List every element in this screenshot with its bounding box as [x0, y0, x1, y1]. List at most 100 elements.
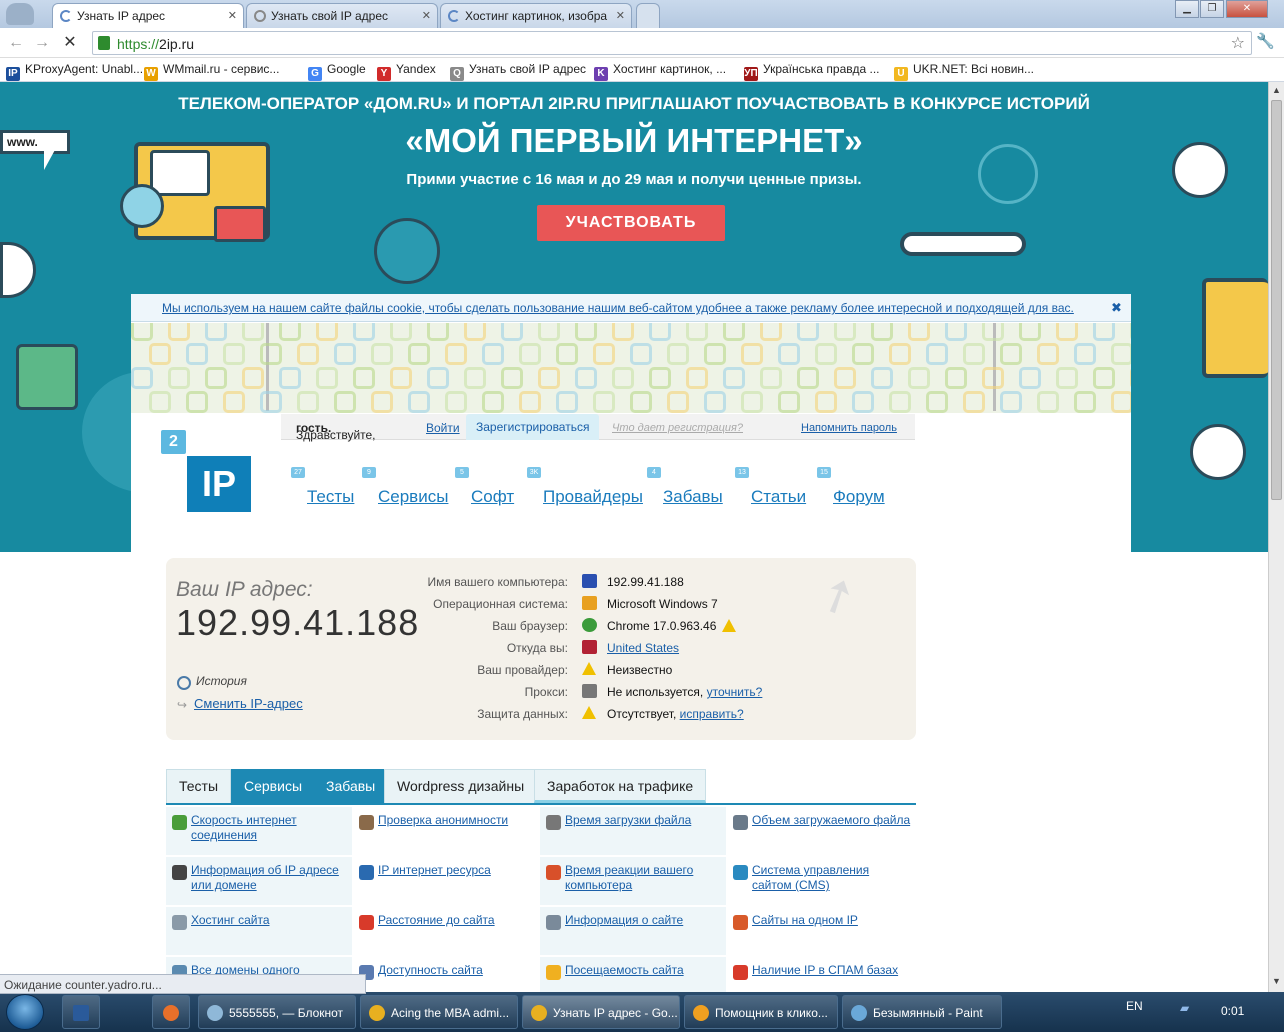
- new-tab-button[interactable]: [636, 3, 660, 28]
- wrench-menu-icon[interactable]: 🔧: [1256, 32, 1275, 50]
- taskbar-item[interactable]: Помощник в клико...: [684, 995, 838, 1029]
- service-item[interactable]: Расстояние до сайта: [353, 907, 539, 955]
- taskbar-item[interactable]: Безымянный - Paint: [842, 995, 1002, 1029]
- start-button[interactable]: [6, 994, 44, 1030]
- service-item[interactable]: Время реакции вашего компьютера: [540, 857, 726, 905]
- bookmark-item[interactable]: IP KProxyAgent: Unabl...: [6, 62, 143, 81]
- bookmark-item[interactable]: U UKR.NET: Всі новин...: [894, 62, 1034, 81]
- service-link[interactable]: Сайты на одном IP: [752, 913, 912, 928]
- network-icon[interactable]: ▰: [1180, 1001, 1189, 1015]
- detail-link[interactable]: исправить?: [680, 707, 744, 721]
- clock[interactable]: 0:01: [1221, 1004, 1244, 1018]
- minimize-button[interactable]: ▁: [1175, 0, 1199, 18]
- detail-link[interactable]: United States: [607, 641, 679, 655]
- service-link[interactable]: Объем загружаемого файла: [752, 813, 912, 828]
- file-size-icon: [733, 815, 748, 830]
- bookmark-item[interactable]: УП Українська правда ...: [744, 62, 880, 81]
- scrollbar-thumb[interactable]: [1271, 100, 1282, 500]
- site-logo[interactable]: 2 IP: [161, 430, 251, 520]
- section-tab[interactable]: Тесты: [166, 769, 232, 803]
- service-item[interactable]: Объем загружаемого файла: [727, 807, 913, 855]
- bookmark-item[interactable]: Y Yandex: [377, 62, 436, 81]
- nav-item[interactable]: Софт: [471, 487, 514, 507]
- service-link[interactable]: Информация об IP адресе или домене: [191, 863, 351, 893]
- close-tab-icon[interactable]: ✕: [422, 9, 431, 22]
- why-register-link[interactable]: Что дает регистрация?: [612, 422, 743, 434]
- pattern-square: [408, 391, 430, 413]
- taskbar-item[interactable]: Acing the MBA admi...: [360, 995, 518, 1029]
- bookmark-item[interactable]: K Хостинг картинок, ...: [594, 62, 726, 81]
- cookie-text[interactable]: Мы используем на нашем сайте файлы cooki…: [162, 301, 1074, 315]
- service-item[interactable]: Скорость интернет соединения: [166, 807, 352, 855]
- service-item[interactable]: Доступность сайта: [353, 957, 539, 992]
- register-link[interactable]: Зарегистрироваться: [466, 414, 600, 440]
- browser-tab-active[interactable]: Узнать IP адрес ✕: [52, 3, 244, 28]
- service-link[interactable]: IP интернет ресурса: [378, 863, 538, 878]
- pattern-square: [519, 391, 541, 413]
- service-link[interactable]: Доступность сайта: [378, 963, 538, 978]
- service-item[interactable]: Хостинг сайта: [166, 907, 352, 955]
- service-item[interactable]: Наличие IP в СПАМ базах: [727, 957, 913, 992]
- nav-item[interactable]: Статьи: [751, 487, 806, 507]
- service-link[interactable]: Хостинг сайта: [191, 913, 351, 928]
- address-bar[interactable]: https://2ip.ru ☆: [92, 31, 1252, 55]
- scroll-down-icon[interactable]: ▼: [1272, 976, 1281, 986]
- taskbar-item[interactable]: Узнать IP адрес - Go...: [522, 995, 680, 1029]
- nav-item[interactable]: Забавы: [663, 487, 723, 507]
- close-tab-icon[interactable]: ✕: [228, 9, 237, 22]
- detail-link[interactable]: уточнить?: [707, 685, 763, 699]
- close-cookie-icon[interactable]: ✖: [1111, 300, 1122, 316]
- service-item[interactable]: Система управления сайтом (CMS): [727, 857, 913, 905]
- participate-button[interactable]: УЧАСТВОВАТЬ: [537, 205, 725, 241]
- scroll-up-icon[interactable]: ▲: [1272, 85, 1281, 95]
- nav-item[interactable]: Форум: [833, 487, 885, 507]
- back-icon[interactable]: ←: [6, 32, 26, 54]
- service-item[interactable]: Посещаемость сайта: [540, 957, 726, 992]
- firefox-pinned[interactable]: [152, 995, 190, 1029]
- close-window-button[interactable]: ✕: [1226, 0, 1268, 18]
- remind-password-link[interactable]: Напомнить пароль: [801, 422, 897, 434]
- browser-tab[interactable]: Узнать свой IP адрес ✕: [246, 3, 438, 28]
- section-tab[interactable]: Сервисы: [231, 769, 316, 803]
- bookmark-item[interactable]: W WMmail.ru - сервис...: [144, 62, 279, 81]
- service-item[interactable]: IP интернет ресурса: [353, 857, 539, 905]
- browser-tab[interactable]: Хостинг картинок, изобра ✕: [440, 3, 632, 28]
- close-tab-icon[interactable]: ✕: [616, 9, 625, 22]
- bookmark-item[interactable]: G Google: [308, 62, 366, 81]
- service-item[interactable]: Время загрузки файла: [540, 807, 726, 855]
- service-link[interactable]: Расстояние до сайта: [378, 913, 538, 928]
- nav-item[interactable]: Тесты: [307, 487, 354, 507]
- service-link[interactable]: Скорость интернет соединения: [191, 813, 351, 843]
- forward-icon[interactable]: →: [32, 32, 52, 54]
- change-ip-link[interactable]: Сменить IP-адрес: [194, 696, 303, 711]
- logo-badge: 2: [161, 430, 186, 454]
- stop-icon[interactable]: ✕: [60, 32, 80, 54]
- language-indicator[interactable]: EN: [1126, 999, 1143, 1013]
- photoshop-pinned[interactable]: [62, 995, 100, 1029]
- section-tab[interactable]: Wordpress дизайны: [384, 769, 538, 803]
- nav-item[interactable]: Сервисы: [378, 487, 448, 507]
- service-link[interactable]: Проверка анонимности: [378, 813, 538, 828]
- service-item[interactable]: Информация о сайте: [540, 907, 726, 955]
- bookmark-star-icon[interactable]: ☆: [1231, 33, 1245, 53]
- service-link[interactable]: Наличие IP в СПАМ базах: [752, 963, 912, 978]
- service-link[interactable]: Информация о сайте: [565, 913, 725, 928]
- vertical-scrollbar[interactable]: ▲ ▼: [1268, 82, 1284, 992]
- bookmark-item[interactable]: Q Узнать свой IP адрес: [450, 62, 586, 81]
- service-item[interactable]: Проверка анонимности: [353, 807, 539, 855]
- taskbar-item[interactable]: 5555555, — Блокнот: [198, 995, 356, 1029]
- pattern-square: [667, 343, 689, 365]
- service-link[interactable]: Посещаемость сайта: [565, 963, 725, 978]
- service-link[interactable]: Система управления сайтом (CMS): [752, 863, 912, 893]
- pattern-square: [797, 367, 819, 389]
- service-link[interactable]: Время реакции вашего компьютера: [565, 863, 725, 893]
- section-tab[interactable]: Заработок на трафике: [534, 769, 707, 803]
- nav-item[interactable]: Провайдеры: [543, 487, 643, 507]
- megaphone-icon: [150, 150, 210, 196]
- service-item[interactable]: Сайты на одном IP: [727, 907, 913, 955]
- service-link[interactable]: Время загрузки файла: [565, 813, 725, 828]
- service-item[interactable]: Информация об IP адресе или домене: [166, 857, 352, 905]
- maximize-button[interactable]: ❐: [1200, 0, 1224, 18]
- login-link[interactable]: Войти: [426, 421, 460, 435]
- section-tab[interactable]: Забавы: [313, 769, 389, 803]
